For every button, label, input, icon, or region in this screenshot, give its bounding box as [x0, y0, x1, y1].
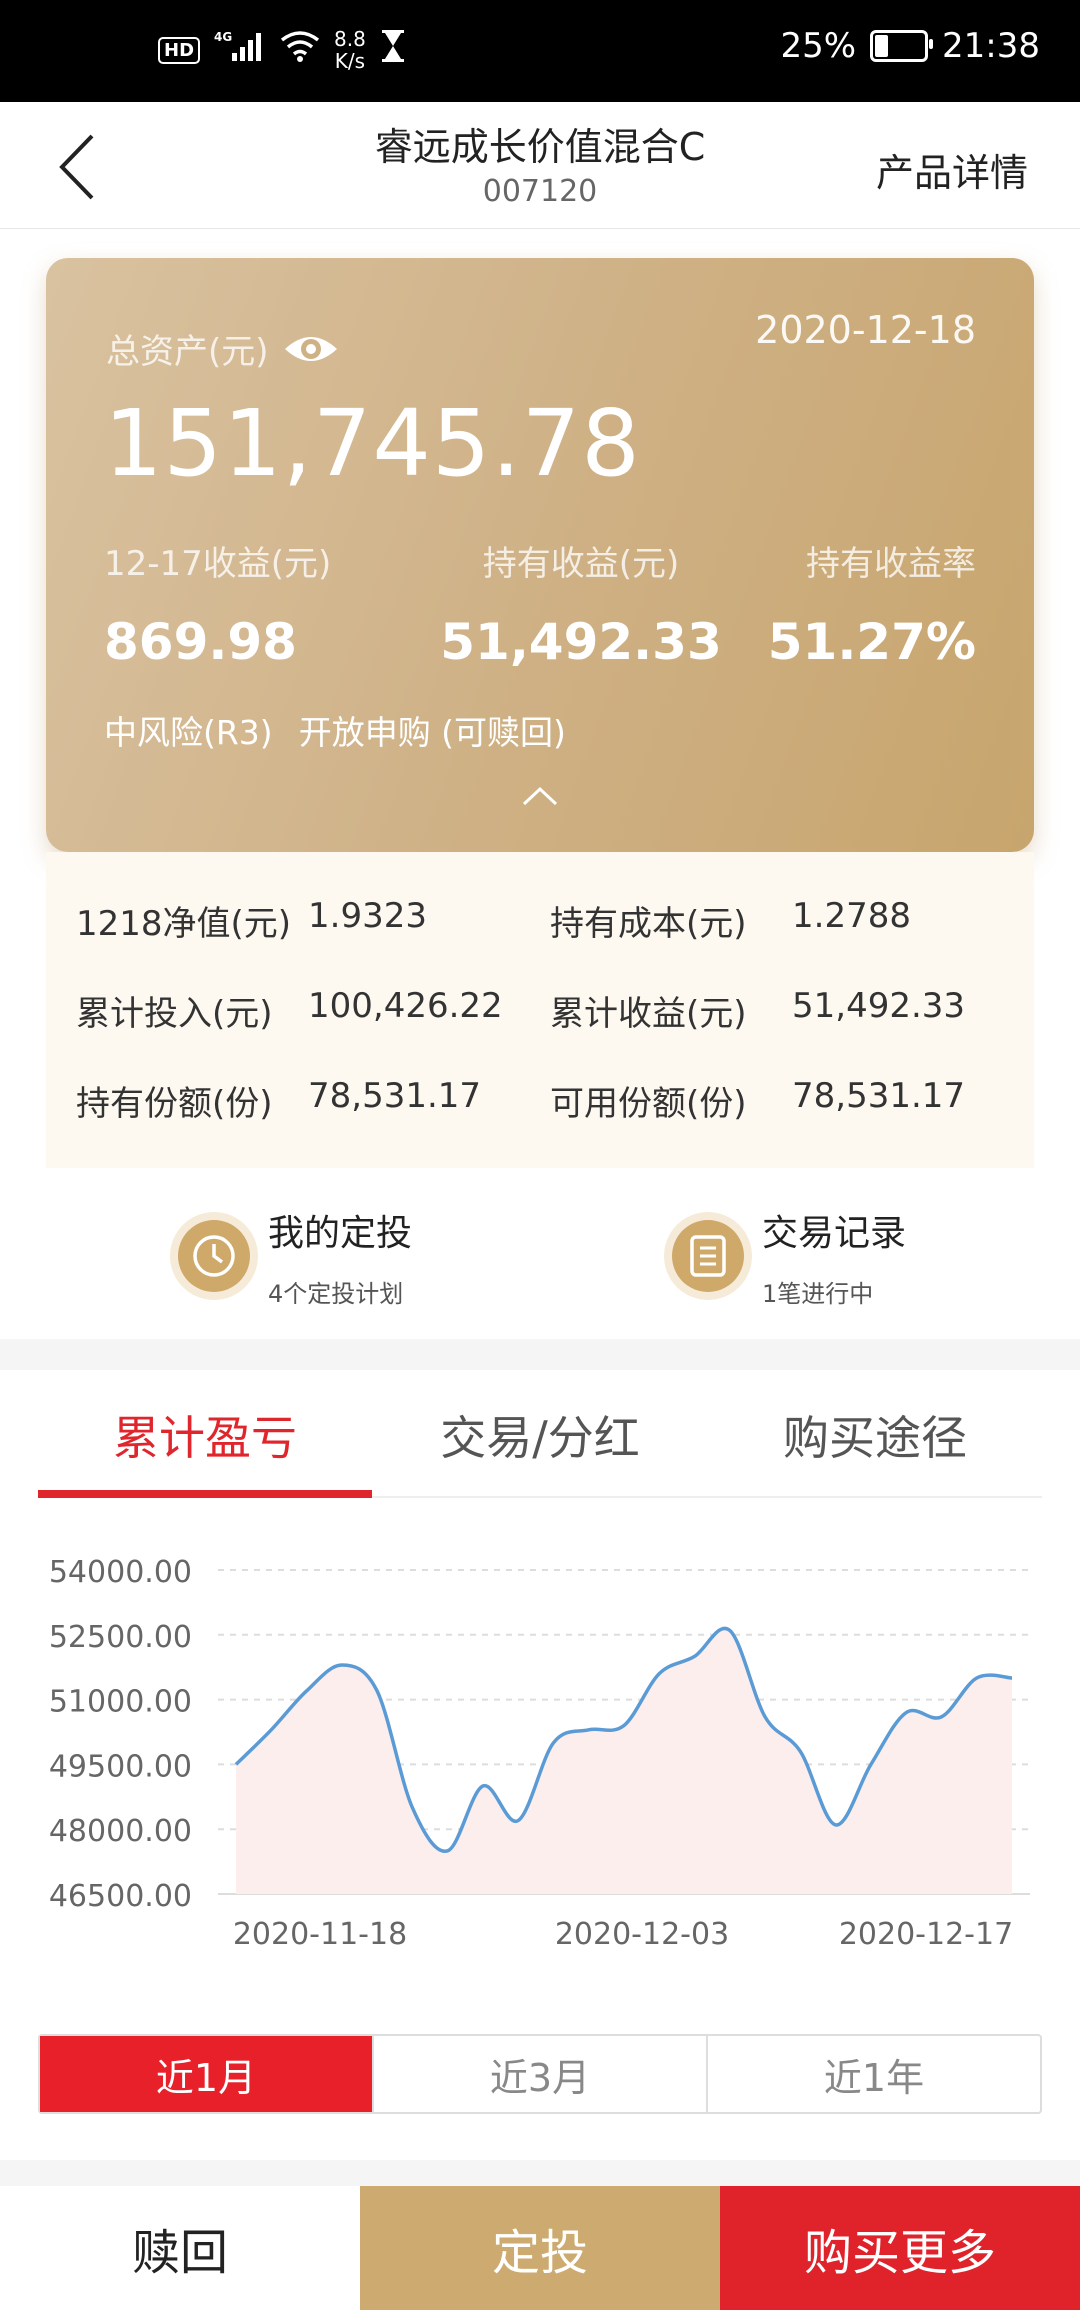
auto-invest-button[interactable]: 定投 — [360, 2186, 720, 2310]
chevron-up-icon[interactable] — [520, 784, 560, 808]
detail-value: 1.9323 — [308, 896, 427, 936]
metric-value: 869.98 — [104, 613, 297, 671]
battery-percent: 25% — [780, 26, 857, 66]
metric-label: 12-17收益(元) — [104, 544, 332, 584]
risk-level: 中风险(R3) — [104, 713, 273, 752]
shortcut-subtitle: 4个定投计划 — [268, 1280, 404, 1308]
metric-label: 持有收益(元) — [482, 544, 680, 584]
shortcut-subtitle: 1笔进行中 — [762, 1280, 874, 1308]
active-tab-indicator — [38, 1490, 372, 1498]
series-area — [236, 1628, 1012, 1894]
metric-holding-income: 持有收益(元) 51,492.33 — [426, 536, 736, 671]
metric-daily-income: 12-17收益(元) 869.98 — [104, 536, 331, 671]
y-tick-label: 52500.00 — [49, 1620, 192, 1655]
my-auto-invest-button[interactable]: 我的定投 4个定投计划 — [178, 1204, 412, 1309]
detail-value: 100,426.22 — [308, 986, 503, 1026]
signal-icon: 4G — [214, 29, 266, 72]
range-1-year[interactable]: 近1年 — [708, 2036, 1040, 2112]
asset-card: 总资产(元) 2020-12-18 151,745.78 12-17收益(元) … — [46, 258, 1034, 852]
detail-value: 1.2788 — [792, 896, 911, 936]
x-tick-label: 2020-12-03 — [555, 1917, 729, 1952]
detail-label: 持有成本(元) — [550, 904, 747, 944]
y-tick-label: 49500.00 — [49, 1749, 192, 1784]
list-icon — [672, 1220, 744, 1292]
product-details-link[interactable]: 产品详情 — [876, 142, 1028, 197]
status-right: 25% 21:38 — [780, 26, 1040, 66]
fund-status: 开放申购 (可赎回) — [298, 713, 566, 752]
tab-trades-dividends[interactable]: 交易/分红 — [373, 1402, 707, 1468]
hd-icon: HD — [158, 36, 201, 64]
bottom-action-bar: 赎回 定投 购买更多 — [0, 2186, 1080, 2310]
network-speed: 8.8 K/s — [334, 28, 366, 72]
detail-value: 78,531.17 — [308, 1076, 482, 1116]
total-assets-label: 总资产(元) — [106, 332, 269, 372]
section-divider — [0, 1340, 1080, 1370]
svg-text:4G: 4G — [214, 30, 232, 44]
range-3-months[interactable]: 近3月 — [374, 2036, 708, 2112]
shortcut-title: 交易记录 — [762, 1213, 907, 1254]
metric-label: 持有收益率 — [806, 544, 976, 584]
metric-holding-rate: 持有收益率 51.27% — [768, 536, 976, 671]
total-assets-value: 151,745.78 — [104, 390, 641, 497]
battery-icon — [870, 30, 934, 62]
x-tick-label: 2020-11-18 — [233, 1917, 407, 1952]
detail-label: 持有份额(份) — [76, 1084, 273, 1124]
tab-purchase-channels[interactable]: 购买途径 — [708, 1402, 1042, 1468]
total-assets-label-row: 总资产(元) — [106, 324, 339, 373]
buy-more-button[interactable]: 购买更多 — [720, 2186, 1080, 2310]
clock-icon — [178, 1220, 250, 1292]
detail-label: 累计投入(元) — [76, 994, 273, 1034]
shortcut-title: 我的定投 — [268, 1213, 413, 1254]
cumulative-pnl-chart: 54000.00 52500.00 51000.00 49500.00 48000.00… — [49, 1555, 1030, 1952]
wifi-icon — [280, 30, 320, 71]
status-left: HD 4G 8.8 K/s — [158, 28, 406, 72]
y-tick-label: 46500.00 — [49, 1879, 192, 1914]
chart-tabs: 累计盈亏 交易/分红 购买途径 — [38, 1370, 1042, 1498]
nav-bar: 睿远成长价值混合C 007120 产品详情 — [0, 102, 1080, 229]
detail-value: 78,531.17 — [792, 1076, 966, 1116]
speed-unit: K/s — [334, 49, 366, 73]
shortcuts: 我的定投 4个定投计划 交易记录 1笔进行中 — [0, 1168, 1080, 1338]
speed-value: 8.8 — [334, 27, 366, 51]
status-bar: HD 4G 8.8 K/s 25% 21:38 — [0, 0, 1080, 102]
redeem-button[interactable]: 赎回 — [0, 2186, 360, 2310]
metric-value: 51.27% — [767, 613, 976, 671]
holding-details: 1218净值(元) 1.9323 持有成本(元) 1.2788 累计投入(元) … — [46, 852, 1034, 1168]
y-tick-label: 48000.00 — [49, 1814, 192, 1849]
time-range-selector: 近1月 近3月 近1年 — [38, 2034, 1042, 2114]
range-1-month[interactable]: 近1月 — [40, 2036, 374, 2112]
detail-label: 1218净值(元) — [76, 904, 292, 944]
y-tick-label: 51000.00 — [49, 1685, 192, 1720]
metric-value: 51,492.33 — [440, 613, 722, 671]
x-tick-label: 2020-12-17 — [839, 1917, 1013, 1952]
detail-label: 累计收益(元) — [550, 994, 747, 1034]
clock-time: 21:38 — [942, 26, 1040, 66]
detail-label: 可用份额(份) — [550, 1084, 747, 1124]
y-tick-label: 54000.00 — [49, 1555, 192, 1590]
eye-icon[interactable] — [283, 329, 339, 369]
tab-cumulative-pnl[interactable]: 累计盈亏 — [38, 1402, 372, 1468]
risk-status-row: 中风险(R3) 开放申购 (可赎回) — [104, 706, 566, 754]
chart-panel: 累计盈亏 交易/分红 购买途径 54000.00 52500.00 51000.00… — [0, 1370, 1080, 2160]
asset-date: 2020-12-18 — [755, 308, 976, 352]
detail-value: 51,492.33 — [792, 986, 966, 1026]
transaction-records-button[interactable]: 交易记录 1笔进行中 — [672, 1204, 906, 1309]
hourglass-icon — [380, 29, 406, 72]
